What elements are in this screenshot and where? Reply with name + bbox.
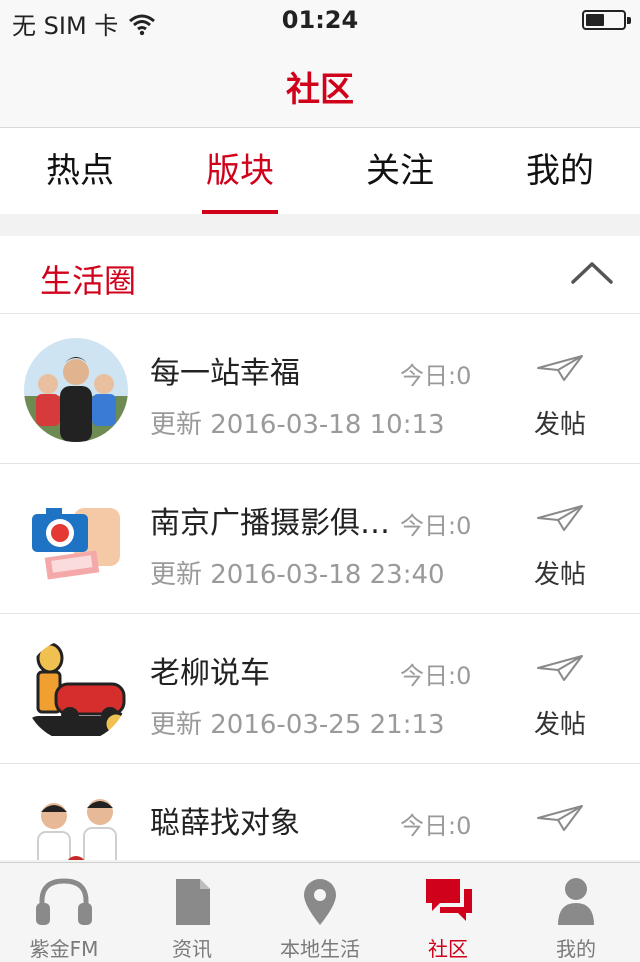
tabbar-item-me[interactable]: 我的 (512, 863, 640, 961)
tab-label: 关注 (366, 151, 434, 191)
person-icon (558, 878, 594, 925)
battery-icon (582, 10, 631, 30)
list-item[interactable]: 老柳说车 今日:0 更新 2016-03-25 21:13 发帖 (0, 614, 640, 764)
tabbar-label: 本地生活 (280, 937, 360, 961)
active-tab-indicator (202, 210, 278, 214)
tab-label: 版块 (206, 151, 274, 191)
tabbar-label: 我的 (556, 937, 596, 961)
bottom-tab-bar: 紫金FM 资讯 本地生活 社区 我的 (0, 862, 640, 961)
status-time: 01:24 (281, 6, 359, 34)
segment-tabs: 热点 版块 关注 我的 (0, 128, 640, 214)
headphones-icon (36, 878, 92, 925)
board-title: 每一站幸福 (150, 356, 300, 391)
list-item[interactable]: 每一站幸福 今日:0 更新 2016-03-18 10:13 发帖 (0, 314, 640, 464)
post-button[interactable]: 发帖 (520, 334, 600, 444)
tabbar-item-news[interactable]: 资讯 (128, 863, 256, 961)
chat-bubbles-icon (426, 879, 472, 921)
tabbar-label: 紫金FM (29, 937, 99, 961)
post-button[interactable]: 发帖 (520, 634, 600, 744)
board-title: 老柳说车 (150, 656, 270, 691)
board-title: 南京广播摄影俱乐部 (150, 506, 390, 541)
board-avatar (24, 788, 128, 860)
board-avatar (24, 638, 128, 742)
update-time: 更新 2016-03-18 23:40 (150, 560, 445, 590)
today-count: 今日:0 (400, 812, 472, 840)
tab-mine[interactable]: 我的 (480, 128, 640, 214)
tab-label: 我的 (526, 151, 594, 191)
today-count: 今日:0 (400, 512, 472, 540)
tabbar-item-community[interactable]: 社区 (384, 863, 512, 961)
paper-plane-icon (537, 505, 583, 531)
today-count: 今日:0 (400, 662, 472, 690)
update-time: 更新 2016-03-18 10:13 (150, 410, 445, 440)
page-title: 社区 (286, 70, 354, 110)
document-icon (176, 879, 210, 925)
tab-label: 热点 (46, 151, 114, 191)
status-bar: 无 SIM 卡 01:24 (0, 0, 640, 40)
post-label: 发帖 (533, 710, 586, 740)
post-label: 发帖 (533, 560, 586, 590)
post-label: 发帖 (533, 410, 586, 440)
chevron-up-icon[interactable] (570, 258, 614, 288)
list-item[interactable]: 聪薛找对象 今日:0 (0, 764, 640, 860)
tabbar-item-local[interactable]: 本地生活 (256, 863, 384, 961)
tabbar-label: 资讯 (172, 937, 212, 961)
paper-plane-icon (537, 805, 583, 831)
board-avatar (24, 488, 128, 592)
update-time: 更新 2016-03-25 21:13 (150, 710, 445, 740)
today-count: 今日:0 (400, 362, 472, 390)
board-title: 聪薛找对象 (150, 806, 300, 841)
post-button[interactable] (520, 784, 600, 860)
battery-level (586, 14, 604, 26)
location-pin-icon (304, 879, 336, 925)
tabbar-label: 社区 (428, 937, 468, 961)
nav-bar: 社区 (0, 40, 640, 128)
section-header[interactable]: 生活圈 (0, 236, 640, 314)
post-button[interactable]: 发帖 (520, 484, 600, 594)
paper-plane-icon (537, 355, 583, 381)
board-list[interactable]: 生活圈 每一站幸福 今日:0 更新 2016-03-18 10:13 发帖 南京… (0, 236, 640, 860)
tab-hot[interactable]: 热点 (0, 128, 160, 214)
list-item[interactable]: 南京广播摄影俱乐部 今日:0 更新 2016-03-18 23:40 发帖 (0, 464, 640, 614)
section-title: 生活圈 (40, 262, 137, 300)
paper-plane-icon (537, 655, 583, 681)
tabbar-item-fm[interactable]: 紫金FM (0, 863, 128, 961)
tab-following[interactable]: 关注 (320, 128, 480, 214)
tab-boards[interactable]: 版块 (160, 128, 320, 214)
board-avatar (24, 338, 128, 442)
